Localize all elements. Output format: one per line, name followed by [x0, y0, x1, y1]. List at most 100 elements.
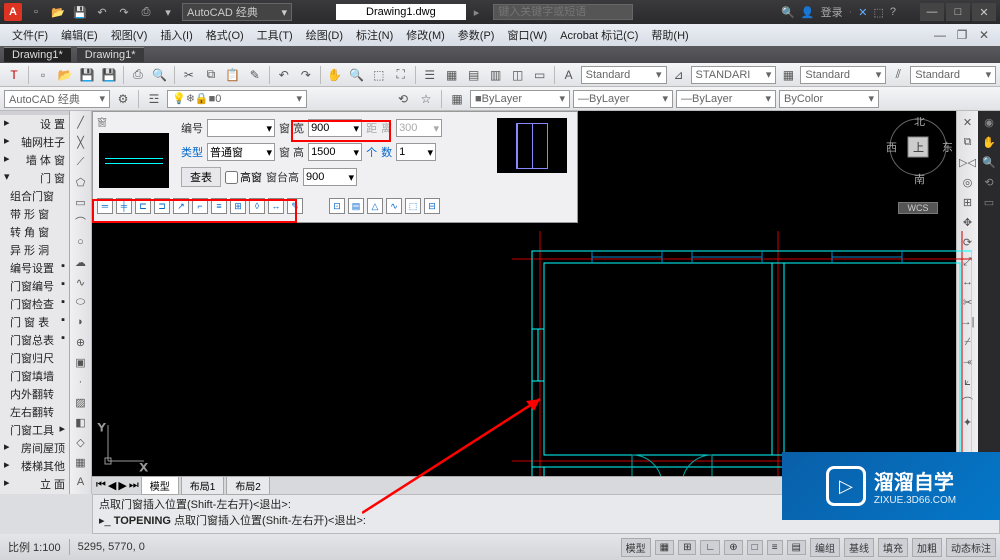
status-fill[interactable]: 填充 [878, 538, 908, 557]
tool-5[interactable]: ↗ [173, 198, 189, 214]
tool-4[interactable]: ⊐ [154, 198, 170, 214]
insert-icon[interactable]: ⊕ [72, 333, 90, 351]
print-icon[interactable]: ⎙ [136, 3, 156, 21]
tool-9[interactable]: ◊ [249, 198, 265, 214]
ssm-icon[interactable]: ▥ [486, 65, 506, 85]
status-bold[interactable]: 加粗 [912, 538, 942, 557]
linetype-combo[interactable]: — ByLayer▾ [573, 90, 673, 108]
lp-item[interactable]: 门窗填墙 [0, 367, 69, 385]
arc-icon[interactable]: ⌒ [72, 213, 90, 231]
maximize-button[interactable]: □ [946, 3, 970, 21]
pan-icon[interactable]: ✋ [980, 133, 998, 151]
status-qp[interactable]: ▤ [787, 540, 806, 555]
menu-modify[interactable]: 修改(M) [400, 25, 451, 45]
zoom-icon[interactable]: 🔍 [980, 153, 998, 171]
table-icon[interactable]: ▦ [72, 453, 90, 471]
dropdown-icon[interactable]: ▾ [158, 3, 178, 21]
color-icon[interactable]: ▦ [447, 89, 467, 109]
lp-item[interactable]: 异 形 洞 [0, 241, 69, 259]
tool-12[interactable]: ⊡ [329, 198, 345, 214]
tool-1[interactable]: ═ [97, 198, 113, 214]
undo-icon[interactable]: ↶ [274, 65, 294, 85]
lp-item[interactable]: 门 窗 表 ▪ [0, 313, 69, 331]
tab-nav-prev[interactable]: ◀ [108, 479, 116, 492]
tp-icon[interactable]: ▤ [464, 65, 484, 85]
point-icon[interactable]: · [72, 373, 90, 391]
doc-restore-icon[interactable]: ❐ [952, 25, 972, 45]
line-icon[interactable]: ╱ [72, 113, 90, 131]
tool-14[interactable]: △ [367, 198, 383, 214]
lp-item[interactable]: 门窗检查 ▪ [0, 295, 69, 313]
paste-icon[interactable]: 📋 [223, 65, 243, 85]
tab-layout1[interactable]: 布局1 [181, 476, 225, 495]
help-icon[interactable]: ? [890, 6, 896, 18]
help-search[interactable] [493, 4, 633, 20]
status-lwt[interactable]: ≡ [767, 540, 783, 555]
tool-8[interactable]: ⊞ [230, 198, 246, 214]
app-logo[interactable]: A [4, 3, 22, 21]
status-group[interactable]: 编组 [810, 538, 840, 557]
open-icon[interactable]: 📂 [48, 3, 68, 21]
ellipse-icon[interactable]: ⬭ [72, 293, 90, 311]
tab-nav-first[interactable]: ⏮ [96, 479, 106, 492]
tool-11[interactable]: ✎ [287, 198, 303, 214]
dist-combo[interactable]: 300▾ [396, 119, 442, 137]
redo-icon[interactable]: ↷ [296, 65, 316, 85]
save-icon[interactable]: 💾 [70, 3, 90, 21]
status-dyn[interactable]: 动态标注 [946, 538, 996, 557]
color-combo[interactable]: ■ ByLayer▾ [470, 90, 570, 108]
save-icon[interactable]: 💾 [77, 65, 97, 85]
xline-icon[interactable]: ╳ [72, 133, 90, 151]
copy-icon[interactable]: ⧉ [201, 65, 221, 85]
count-combo[interactable]: 1▾ [396, 143, 436, 161]
undo-icon[interactable]: ↶ [92, 3, 112, 21]
textstyle-icon[interactable]: A [559, 65, 579, 85]
tablestyle-icon[interactable]: ▦ [778, 65, 798, 85]
wcs-label[interactable]: WCS [898, 202, 938, 214]
new-icon[interactable]: ▫ [33, 65, 53, 85]
print-icon[interactable]: ⎙ [128, 65, 148, 85]
tab-nav-last[interactable]: ⏭ [129, 479, 139, 492]
scale-label[interactable]: 比例 1:100 [4, 537, 65, 557]
hatch-icon[interactable]: ▨ [72, 393, 90, 411]
lp-item[interactable]: 门窗归尺 [0, 349, 69, 367]
mtext-icon[interactable]: A [72, 473, 90, 491]
tool-15[interactable]: ∿ [386, 198, 402, 214]
menu-dim[interactable]: 标注(N) [350, 25, 399, 45]
pline-icon[interactable]: ⟋ [72, 153, 90, 171]
lp-item[interactable]: ▸ 立 面 [0, 475, 69, 493]
close-button[interactable]: ✕ [972, 3, 996, 21]
workspace-combo[interactable]: AutoCAD 经典▾ [182, 3, 292, 21]
status-osnap[interactable]: □ [747, 540, 763, 555]
ws-gear-icon[interactable]: ⚙ [113, 89, 133, 109]
exchange-icon[interactable]: ✕ [858, 6, 867, 19]
sill-combo[interactable]: 900▾ [303, 168, 357, 186]
tz-icon[interactable]: T [4, 65, 24, 85]
dimstyle-icon[interactable]: ⊿ [669, 65, 689, 85]
tool-13[interactable]: ▤ [348, 198, 364, 214]
tool-7[interactable]: ≡ [211, 198, 227, 214]
lp-item[interactable]: 门窗总表 ▪ [0, 331, 69, 349]
lp-item[interactable]: 组合门窗 [0, 187, 69, 205]
doc-close-icon[interactable]: ✕ [974, 25, 994, 45]
workspace-combo2[interactable]: AutoCAD 经典▾ [4, 90, 110, 108]
textstyle-combo[interactable]: Standard▾ [581, 66, 667, 84]
lp-item[interactable]: 带 形 窗 [0, 205, 69, 223]
lp-item[interactable]: 门窗工具 ▸ [0, 421, 69, 439]
menu-insert[interactable]: 插入(I) [154, 25, 198, 45]
height-combo[interactable]: 1500▾ [308, 143, 362, 161]
tool-16[interactable]: ⬚ [405, 198, 421, 214]
rect-icon[interactable]: ▭ [72, 193, 90, 211]
type-combo[interactable]: 普通窗▾ [207, 143, 275, 161]
lp-item[interactable]: 左右翻转 [0, 403, 69, 421]
open-icon[interactable]: 📂 [55, 65, 75, 85]
steering-icon[interactable]: ◉ [980, 113, 998, 131]
new-icon[interactable]: ▫ [26, 3, 46, 21]
block-icon[interactable]: ▣ [72, 353, 90, 371]
drawing-canvas[interactable]: 窗 编号 ▾ 窗 宽 900▾ 距 离 300▾ 类型 普 [92, 111, 956, 494]
tool-6[interactable]: ⌐ [192, 198, 208, 214]
lineweight-combo[interactable]: — ByLayer▾ [676, 90, 776, 108]
region-icon[interactable]: ◇ [72, 433, 90, 451]
menu-param[interactable]: 参数(P) [452, 25, 501, 45]
mlstyle-icon[interactable]: ⫽ [888, 65, 908, 85]
